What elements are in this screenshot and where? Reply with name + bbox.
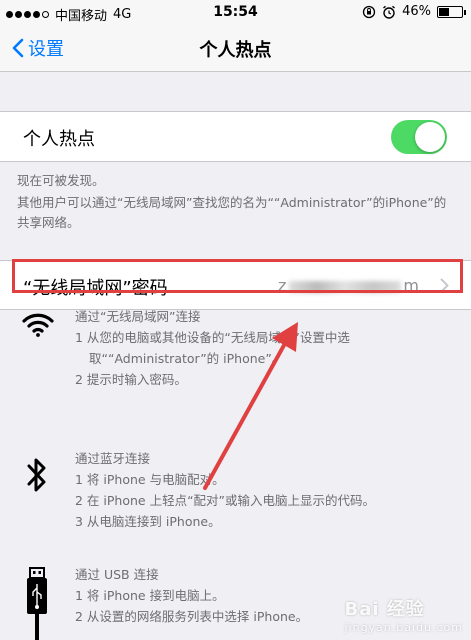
bluetooth-step-2: 2 在 iPhone 上轻点“配对”或输入电脑上显示的代码。 <box>75 493 376 508</box>
password-suffix: m <box>403 276 419 295</box>
wifi-title: 通过“无线局域网”连接 <box>75 309 201 324</box>
hotspot-toggle-switch[interactable] <box>391 120 447 154</box>
password-blurred <box>289 280 402 293</box>
watermark-text: Bai 经验 <box>344 599 425 620</box>
watermark-url: jingyan.baidu.com <box>344 621 463 634</box>
usb-step-2: 2 从设置的网络服务列表中选择 iPhone。 <box>75 609 309 624</box>
baidu-watermark: Bai 经验 jingyan.baidu.com <box>344 595 463 634</box>
wifi-step-2: 2 提示时输入密码。 <box>75 372 187 387</box>
bluetooth-title: 通过蓝牙连接 <box>75 451 151 466</box>
bluetooth-icon <box>27 458 46 492</box>
page-title: 个人热点 <box>199 40 272 61</box>
hotspot-toggle-cell: 个人热点 <box>0 111 471 162</box>
discoverable-text: 现在可被发现。 <box>17 173 105 188</box>
usb-step-1: 1 将 iPhone 接到电脑上。 <box>75 588 225 603</box>
bluetooth-step-1: 1 将 iPhone 与电脑配对。 <box>75 472 225 487</box>
chevron-right-icon <box>440 278 449 293</box>
battery-percent: 46% <box>402 4 431 19</box>
status-bar: 中国移动 4G 15:54 46% <box>0 0 471 26</box>
usb-cable-icon <box>27 567 47 640</box>
navigation-bar: 设置 个人热点 <box>0 26 471 72</box>
wifi-step-1: 1 从您的电脑或其他设备的“无线局域网”设置中选 <box>75 330 350 345</box>
rotation-lock-icon <box>362 5 376 18</box>
toggle-knob <box>415 122 445 152</box>
wifi-step-1-cont: 取““Administrator”的 iPhone”。 <box>89 351 285 366</box>
wifi-password-label: “无线局域网”密码 <box>23 278 168 299</box>
battery-fill <box>439 7 450 16</box>
bluetooth-instructions: 通过蓝牙连接 1 将 iPhone 与电脑配对。 2 在 iPhone 上轻点“… <box>75 448 375 532</box>
wifi-password-cell[interactable]: “无线局域网”密码 zm <box>0 260 471 310</box>
usb-instructions: 通过 USB 连接 1 将 iPhone 接到电脑上。 2 从设置的网络服务列表… <box>75 564 308 627</box>
bluetooth-step-3: 3 从电脑连接到 iPhone。 <box>75 514 221 529</box>
usb-title: 通过 USB 连接 <box>75 567 159 582</box>
wifi-instructions: 通过“无线局域网”连接 1 从您的电脑或其他设备的“无线局域网”设置中选 取““… <box>75 306 350 390</box>
battery-icon <box>437 5 466 18</box>
password-prefix: z <box>278 276 287 295</box>
wifi-password-value: zm <box>278 276 419 295</box>
status-right: 46% <box>362 4 466 19</box>
wifi-icon <box>22 313 54 337</box>
hotspot-label: 个人热点 <box>23 129 95 150</box>
alarm-icon <box>383 5 396 19</box>
other-users-text: 其他用户可以通过“无线局域网”查找您的名为““Administrator”的iP… <box>17 195 447 230</box>
